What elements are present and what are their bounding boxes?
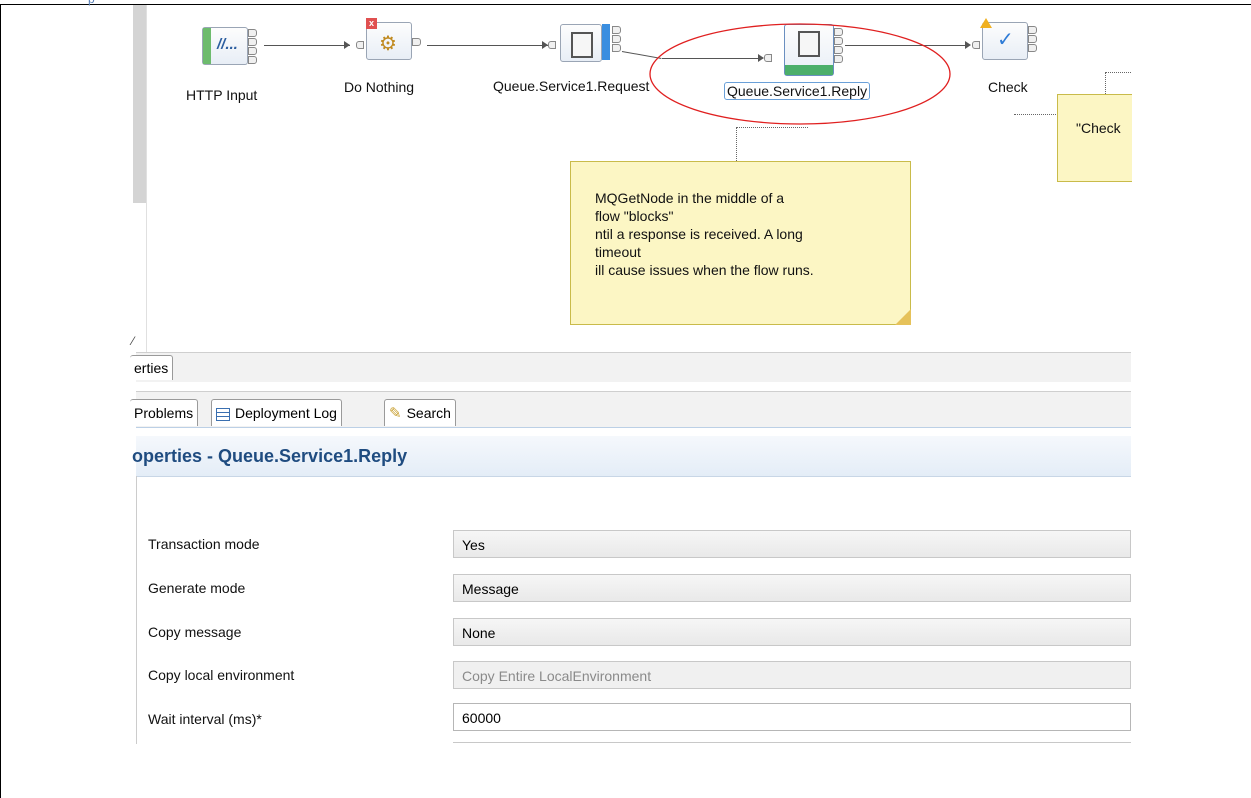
note-connector: [1105, 72, 1107, 94]
tab-problems[interactable]: Problems: [130, 399, 199, 426]
tab-label: Deployment Log: [235, 405, 337, 421]
node-check[interactable]: ✓ Check: [972, 18, 1052, 108]
output-terminal[interactable]: [612, 35, 621, 43]
output-terminal[interactable]: [412, 38, 421, 46]
request-bar: [602, 24, 610, 60]
node-label: Do Nothing: [344, 79, 415, 95]
canvas-scroll-track: [146, 5, 147, 352]
properties-left-border: [136, 476, 137, 744]
output-terminal[interactable]: [1028, 26, 1037, 34]
node-label: Queue.Service1.Request: [493, 78, 650, 94]
label-generate-mode: Generate mode: [148, 580, 246, 596]
label-copy-message: Copy message: [148, 624, 242, 640]
note-line: timeout: [595, 244, 641, 260]
field-underline: [453, 742, 1131, 743]
select-transaction-mode[interactable]: Yes: [453, 530, 1131, 558]
note-line: ill cause issues when the flow runs.: [595, 262, 814, 278]
input-terminal[interactable]: [548, 41, 556, 49]
note-connector: [1014, 114, 1058, 116]
note-connector: [736, 127, 738, 161]
label-copy-local-environment: Copy local environment: [148, 667, 295, 683]
http-input-icon: //...: [202, 27, 248, 65]
warning-marker-icon: [980, 18, 992, 28]
note-text: MQGetNode in the middle of a flow "block…: [595, 189, 814, 279]
note-fold-corner: [895, 309, 911, 325]
sticky-note-partial[interactable]: "Check: [1057, 94, 1132, 182]
canvas-vertical-scrollbar[interactable]: [133, 5, 146, 203]
output-terminal[interactable]: [248, 56, 257, 64]
connection-line: [427, 45, 548, 46]
connection-line: [264, 45, 350, 46]
mq-request-icon: [560, 24, 602, 62]
note-line: MQGetNode in the middle of a: [595, 190, 785, 206]
connection-arrow: [965, 41, 971, 49]
select-copy-message[interactable]: None: [453, 618, 1131, 646]
search-flashlight-icon: ✎: [389, 405, 402, 422]
node-label: HTTP Input: [186, 87, 258, 103]
label-transaction-mode: Transaction mode: [148, 536, 260, 552]
output-terminal[interactable]: [612, 44, 621, 52]
output-terminal[interactable]: [1028, 44, 1037, 52]
input-wait-interval[interactable]: 60000: [453, 703, 1131, 731]
properties-view-tabstrip: [136, 352, 1131, 382]
sticky-note[interactable]: MQGetNode in the middle of a flow "block…: [570, 161, 911, 325]
connection-arrow: [344, 41, 350, 49]
output-terminal[interactable]: [248, 47, 257, 55]
http-input-glyph: //...: [217, 36, 238, 53]
window-border-left: [0, 4, 1, 798]
properties-title: operties - Queue.Service1.Reply: [132, 446, 408, 466]
highlight-ellipse: [649, 23, 951, 125]
output-terminal[interactable]: [248, 38, 257, 46]
tab-search[interactable]: ✎ Search: [384, 399, 456, 426]
note-line: ntil a response is received. A long: [595, 226, 803, 242]
input-terminal[interactable]: [972, 41, 980, 49]
tab-properties[interactable]: erties: [130, 355, 174, 380]
tab-label: Search: [406, 405, 451, 421]
node-queue-service1-request[interactable]: Queue.Service1.Request: [493, 22, 649, 112]
node-http-input[interactable]: //... HTTP Input: [186, 25, 266, 115]
note-connector: [1105, 72, 1131, 74]
table-icon: [216, 407, 230, 421]
label-wait-interval: Wait interval (ms)*: [148, 711, 262, 727]
note-line: flow "blocks": [595, 208, 674, 224]
canvas-corner-mark: ⁄: [132, 334, 135, 348]
node-do-nothing[interactable]: ⚙ x Do Nothing: [344, 18, 436, 108]
select-copy-local-environment: Copy Entire LocalEnvironment: [453, 661, 1131, 689]
output-terminal[interactable]: [1028, 35, 1037, 43]
note-text: "Check: [1076, 120, 1121, 136]
note-connector: [736, 127, 808, 129]
output-terminal[interactable]: [612, 26, 621, 34]
error-marker-icon: x: [366, 18, 377, 29]
input-terminal[interactable]: [356, 41, 364, 49]
output-terminal[interactable]: [248, 29, 257, 37]
tab-label: erties: [134, 360, 169, 376]
select-generate-mode[interactable]: Message: [453, 574, 1131, 602]
cropped-header-fragment: p: [88, 0, 95, 6]
node-label: Check: [988, 79, 1028, 95]
tab-label: Problems: [134, 405, 194, 421]
tab-deployment-log[interactable]: Deployment Log: [211, 399, 342, 426]
